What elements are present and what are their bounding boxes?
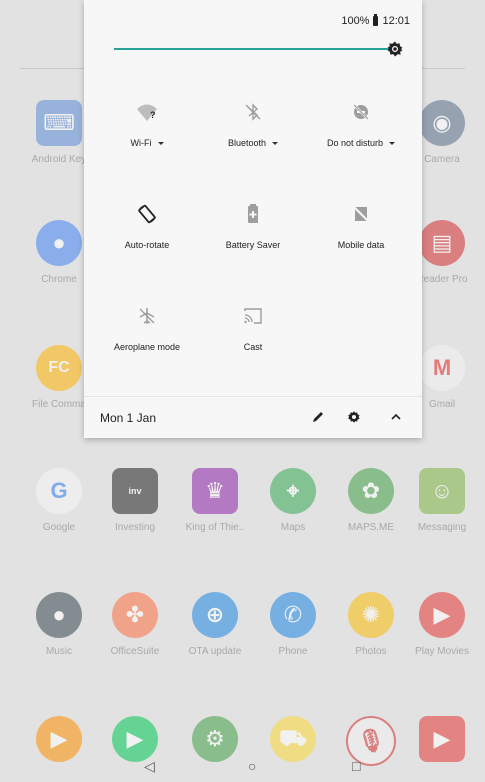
battery-saver-icon <box>198 202 308 226</box>
collapse-chevron-up-icon[interactable] <box>388 409 404 425</box>
tile-do-not-disturb[interactable]: Do not disturb <box>306 100 416 148</box>
chrome-app-icon: ● <box>36 220 82 266</box>
brightness-slider[interactable] <box>114 48 390 50</box>
app-officesuite[interactable]: ✤ OfficeSuite <box>90 592 180 657</box>
status-bar: 100% 12:01 <box>341 14 410 27</box>
gmail-app-icon: M <box>419 345 465 391</box>
cast-icon <box>198 304 308 328</box>
tile-label: Bluetooth <box>227 138 267 148</box>
nav-home-icon[interactable]: ○ <box>248 758 256 774</box>
app-label: Messaging <box>417 522 467 533</box>
airplane-mode-icon <box>92 304 202 328</box>
google-app-icon: G <box>36 468 82 514</box>
app-messaging[interactable]: ☺ Messaging <box>402 468 482 533</box>
date-label: Mon 1 Jan <box>100 411 157 425</box>
dock-app-3[interactable]: ⚙ <box>170 716 260 762</box>
bluetooth-off-icon <box>198 100 308 124</box>
app-label: Investing <box>114 522 156 533</box>
tile-label: Mobile data <box>337 240 385 250</box>
battery-percentage: 100% <box>341 15 370 27</box>
app-label: Phone <box>278 646 308 657</box>
photos-app-icon: ✺ <box>348 592 394 638</box>
play-store-app-icon: ▶ <box>112 716 158 762</box>
auto-rotate-icon <box>92 202 202 226</box>
maps-me-app-icon: ✿ <box>348 468 394 514</box>
tile-bluetooth[interactable]: Bluetooth <box>198 100 308 148</box>
app-play-movies[interactable]: ▶ Play Movies <box>402 592 482 657</box>
youtube-app-icon: ▶ <box>419 716 465 762</box>
app-ota-update[interactable]: ⊕ OTA update <box>170 592 260 657</box>
settings-gear-icon[interactable] <box>346 409 362 425</box>
tile-label: Wi-Fi <box>130 138 152 148</box>
truck-app-icon: ⛟ <box>270 716 316 762</box>
edit-pencil-icon[interactable] <box>310 409 326 425</box>
reader-pro-app-icon: ▤ <box>419 220 465 266</box>
battery-icon <box>373 14 379 26</box>
tile-mobile-data[interactable]: Mobile data <box>306 202 416 250</box>
tile-wifi[interactable]: ? Wi-Fi <box>92 100 202 148</box>
app-investing[interactable]: inv Investing <box>90 468 180 533</box>
app-label: Play Movies <box>415 646 469 657</box>
tile-cast[interactable]: Cast <box>198 304 308 352</box>
messaging-app-icon: ☺ <box>419 468 465 514</box>
mobile-data-off-icon <box>306 202 416 226</box>
tile-label: Do not disturb <box>326 138 384 148</box>
wifi-icon: ? <box>92 100 202 124</box>
dock-app-6[interactable]: ▶ <box>402 716 482 762</box>
keyboard-app-icon: ⌨ <box>36 100 82 146</box>
app-label: OTA update <box>188 646 242 657</box>
tile-label: Cast <box>243 342 263 352</box>
app-label: OfficeSuite <box>110 646 160 657</box>
king-of-thieves-app-icon: ♛ <box>192 468 238 514</box>
app-phone[interactable]: ✆ Phone <box>248 592 338 657</box>
clock: 12:01 <box>382 15 410 27</box>
do-not-disturb-icon <box>306 100 416 124</box>
investing-app-icon: inv <box>112 468 158 514</box>
play-music-app-icon: ▶ <box>36 716 82 762</box>
camera-app-icon: ◉ <box>419 100 465 146</box>
quick-settings-panel: 100% 12:01 ? Wi-Fi Bluetooth Do not dist… <box>84 0 422 438</box>
tile-battery-saver[interactable]: Battery Saver <box>198 202 308 250</box>
nav-back-icon[interactable]: ◁ <box>144 758 155 775</box>
music-app-icon: ● <box>36 592 82 638</box>
tile-label: Aeroplane mode <box>113 342 181 352</box>
file-commander-app-icon: FC <box>36 345 82 391</box>
dock-app-4[interactable]: ⛟ <box>248 716 338 762</box>
phone-app-icon: ✆ <box>270 592 316 638</box>
nav-recents-icon[interactable]: □ <box>352 758 360 774</box>
officesuite-app-icon: ✤ <box>112 592 158 638</box>
tile-auto-rotate[interactable]: Auto-rotate <box>92 202 202 250</box>
dock-app-2[interactable]: ▶ <box>90 716 180 762</box>
maps-app-icon: ⌖ <box>270 468 316 514</box>
tile-label: Auto-rotate <box>124 240 170 250</box>
app-label: Maps <box>280 522 306 533</box>
app-maps[interactable]: ⌖ Maps <box>248 468 338 533</box>
settings-app-icon: ⚙ <box>192 716 238 762</box>
ota-update-app-icon: ⊕ <box>192 592 238 638</box>
dropdown-icon[interactable] <box>272 142 279 146</box>
app-label: King of Thie.. <box>185 522 245 533</box>
svg-text:?: ? <box>150 110 156 120</box>
play-movies-app-icon: ▶ <box>419 592 465 638</box>
dropdown-icon[interactable] <box>389 142 396 146</box>
dropdown-icon[interactable] <box>157 142 164 146</box>
brightness-icon[interactable] <box>386 40 403 57</box>
app-king-of-thieves[interactable]: ♛ King of Thie.. <box>170 468 260 533</box>
tile-label: Battery Saver <box>225 240 281 250</box>
tile-aeroplane-mode[interactable]: Aeroplane mode <box>92 304 202 352</box>
quick-settings-footer: Mon 1 Jan <box>84 396 422 439</box>
